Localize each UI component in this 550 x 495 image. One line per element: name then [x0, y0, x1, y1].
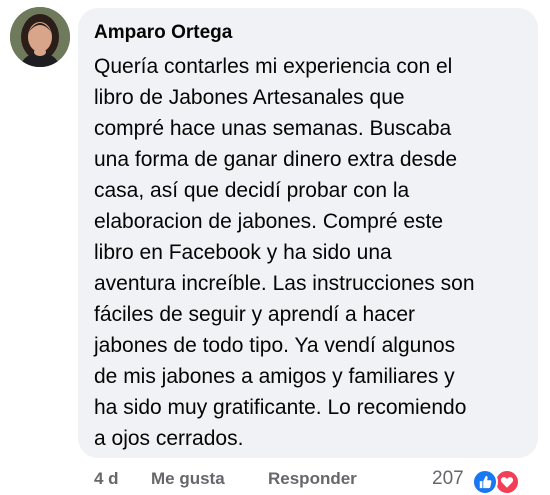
reaction-count[interactable]: 207: [432, 468, 464, 490]
comment-actions: 4 d Me gusta Responder 207: [0, 466, 550, 493]
reaction-icons[interactable]: [472, 469, 524, 495]
like-button[interactable]: Me gusta: [151, 469, 225, 489]
comment-text: Quería contarles mi experiencia con el l…: [94, 55, 475, 450]
profile-photo-icon: [10, 7, 70, 67]
avatar[interactable]: [10, 7, 70, 67]
comment-author[interactable]: Amparo Ortega: [94, 21, 524, 45]
thumbs-up-icon: [472, 469, 498, 495]
comment-timestamp[interactable]: 4 d: [94, 469, 119, 489]
reply-button[interactable]: Responder: [268, 469, 357, 489]
comment-bubble: Amparo Ortega Quería contarles mi experi…: [78, 8, 538, 458]
